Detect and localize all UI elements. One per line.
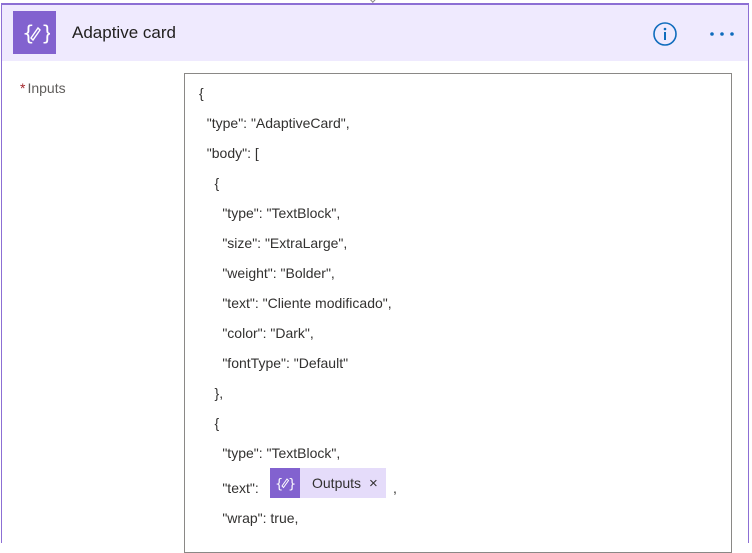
svg-text:}: }	[41, 21, 50, 45]
code-line: "body": [	[199, 145, 259, 161]
code-line-suffix: ,	[393, 480, 397, 496]
token-icon: { }	[270, 468, 300, 498]
code-line: "color": "Dark",	[199, 325, 314, 341]
curly-braces-pen-icon: { }	[275, 477, 295, 492]
inputs-label: * Inputs	[20, 80, 66, 96]
inputs-label-text: Inputs	[27, 80, 66, 96]
code-line: "size": "ExtraLarge",	[199, 235, 348, 251]
code-line: "text":	[199, 480, 263, 496]
dynamic-content-token[interactable]: { } Outputs ×	[270, 468, 386, 498]
required-marker: *	[20, 80, 26, 96]
code-line: "text": "Cliente modificado",	[199, 295, 392, 311]
code-line: "type": "TextBlock",	[199, 205, 341, 221]
action-icon: { }	[13, 11, 56, 54]
code-line: {	[199, 85, 204, 101]
svg-text:{: {	[22, 21, 35, 45]
code-line: "type": "TextBlock",	[199, 445, 341, 461]
action-header[interactable]: { } Adaptive card	[2, 5, 748, 61]
close-icon[interactable]: ×	[369, 475, 378, 492]
svg-text:}: }	[288, 477, 295, 492]
code-line: },	[199, 385, 224, 401]
code-line: "weight": "Bolder",	[199, 265, 335, 281]
adaptive-card-action: { } Adaptive card *Inputs { "type": "Ada…	[1, 3, 749, 553]
inputs-editor[interactable]: { "type": "AdaptiveCard", "body": [ { "t…	[184, 73, 732, 553]
code-line: "fontType": "Default"	[199, 355, 349, 371]
svg-text:{: {	[275, 477, 283, 492]
token-label: Outputs	[312, 475, 362, 491]
action-title: Adaptive card	[72, 23, 176, 42]
info-icon[interactable]	[653, 22, 677, 46]
code-line: "wrap": true,	[199, 510, 299, 526]
code-line: "type": "AdaptiveCard",	[199, 115, 350, 131]
code-line: {	[199, 415, 220, 431]
curly-braces-pen-icon: { }	[22, 21, 50, 45]
more-options-icon[interactable]	[708, 22, 736, 46]
code-line: {	[199, 175, 220, 191]
